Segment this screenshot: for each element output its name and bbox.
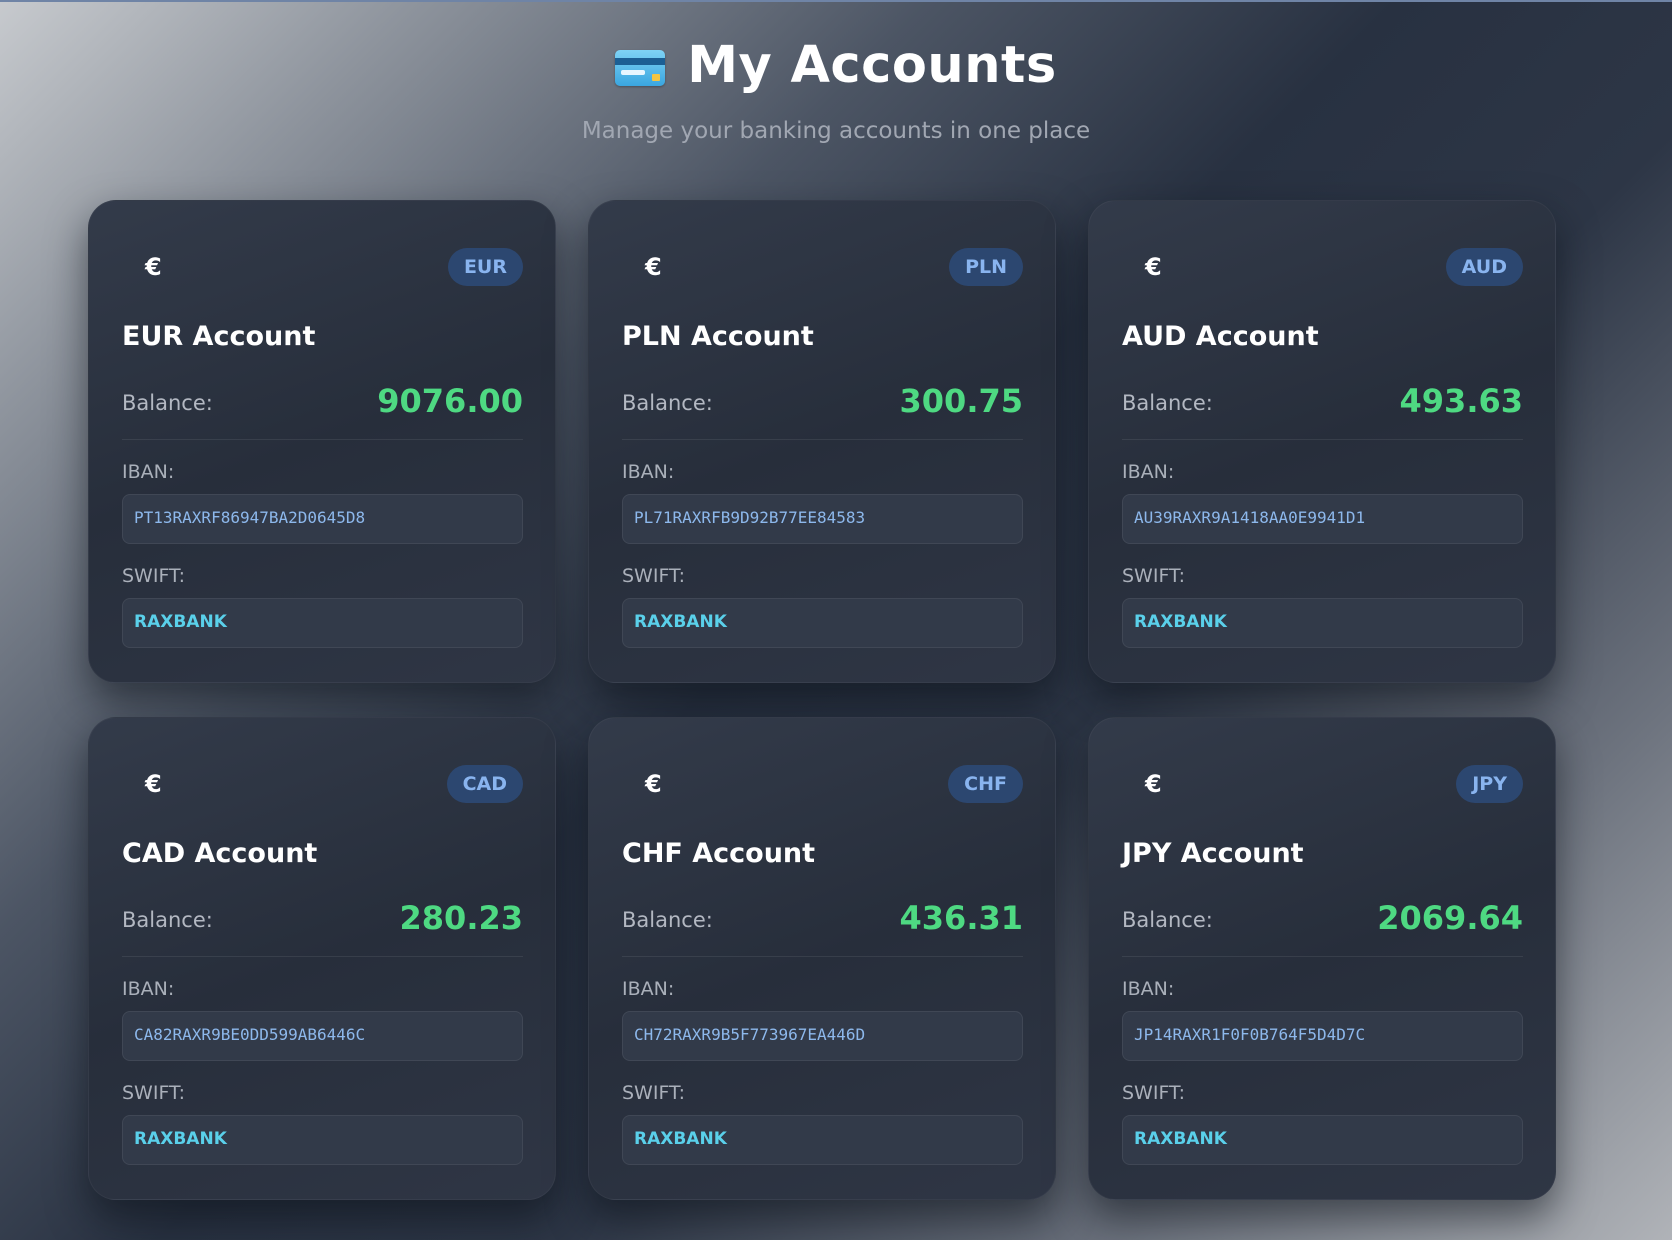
iban-label: IBAN: bbox=[1122, 978, 1175, 1000]
iban-value: PT13RAXRF86947BA2D0645D8 bbox=[134, 508, 366, 527]
currency-badge: EUR bbox=[447, 248, 523, 286]
iban-value: CH72RAXR9B5F773967EA446D bbox=[634, 1025, 866, 1044]
iban-field[interactable]: AU39RAXR9A1418AA0E9941D1 bbox=[1122, 494, 1523, 544]
currency-badge: AUD bbox=[1445, 248, 1523, 286]
balance-value: 280.23 bbox=[399, 899, 523, 937]
credit-card-icon bbox=[615, 50, 666, 86]
account-name: CHF Account bbox=[622, 838, 816, 869]
swift-field[interactable]: RAXBANK bbox=[1122, 1115, 1523, 1165]
iban-value: PL71RAXRFB9D92B77EE84583 bbox=[634, 508, 866, 527]
account-name: CAD Account bbox=[122, 838, 318, 869]
iban-field[interactable]: CH72RAXR9B5F773967EA446D bbox=[622, 1011, 1023, 1061]
account-card-cad[interactable]: € CAD CAD Account Balance: 280.23 IBAN: … bbox=[88, 717, 556, 1200]
swift-label: SWIFT: bbox=[622, 565, 685, 587]
divider bbox=[622, 956, 1023, 957]
currency-symbol: € bbox=[645, 770, 662, 798]
currency-badge: JPY bbox=[1456, 765, 1523, 803]
iban-value: AU39RAXR9A1418AA0E9941D1 bbox=[1134, 508, 1366, 527]
currency-badge: CAD bbox=[446, 765, 523, 803]
top-accent-line bbox=[0, 0, 1672, 2]
account-name: EUR Account bbox=[122, 321, 316, 352]
iban-value: CA82RAXR9BE0DD599AB6446C bbox=[134, 1025, 366, 1044]
swift-field[interactable]: RAXBANK bbox=[122, 598, 523, 648]
iban-label: IBAN: bbox=[622, 461, 675, 483]
currency-symbol: € bbox=[145, 253, 162, 281]
iban-label: IBAN: bbox=[1122, 461, 1175, 483]
swift-value: RAXBANK bbox=[1134, 1129, 1227, 1149]
divider bbox=[622, 439, 1023, 440]
account-card-pln[interactable]: € PLN PLN Account Balance: 300.75 IBAN: … bbox=[588, 200, 1056, 683]
balance-value: 9076.00 bbox=[377, 382, 523, 420]
swift-label: SWIFT: bbox=[1122, 565, 1185, 587]
balance-value: 436.31 bbox=[899, 899, 1023, 937]
account-card-jpy[interactable]: € JPY JPY Account Balance: 2069.64 IBAN:… bbox=[1088, 717, 1556, 1200]
divider bbox=[1122, 439, 1523, 440]
balance-label: Balance: bbox=[622, 391, 713, 415]
iban-label: IBAN: bbox=[122, 461, 175, 483]
swift-label: SWIFT: bbox=[622, 1082, 685, 1104]
currency-symbol: € bbox=[1145, 770, 1162, 798]
account-name: AUD Account bbox=[1122, 321, 1319, 352]
swift-label: SWIFT: bbox=[1122, 1082, 1185, 1104]
swift-field[interactable]: RAXBANK bbox=[622, 598, 1023, 648]
iban-field[interactable]: JP14RAXR1F0F0B764F5D4D7C bbox=[1122, 1011, 1523, 1061]
balance-label: Balance: bbox=[1122, 908, 1213, 932]
swift-value: RAXBANK bbox=[134, 612, 227, 632]
page-subtitle: Manage your banking accounts in one plac… bbox=[581, 118, 1091, 144]
iban-value: JP14RAXR1F0F0B764F5D4D7C bbox=[1134, 1025, 1366, 1044]
divider bbox=[122, 439, 523, 440]
balance-label: Balance: bbox=[622, 908, 713, 932]
account-name: PLN Account bbox=[622, 321, 814, 352]
iban-label: IBAN: bbox=[622, 978, 675, 1000]
divider bbox=[1122, 956, 1523, 957]
currency-badge: PLN bbox=[949, 248, 1023, 286]
balance-label: Balance: bbox=[122, 908, 213, 932]
page-header: My Accounts Manage your banking accounts… bbox=[0, 30, 1672, 145]
swift-label: SWIFT: bbox=[122, 565, 185, 587]
swift-value: RAXBANK bbox=[1134, 612, 1227, 632]
iban-field[interactable]: CA82RAXR9BE0DD599AB6446C bbox=[122, 1011, 523, 1061]
iban-field[interactable]: PL71RAXRFB9D92B77EE84583 bbox=[622, 494, 1023, 544]
swift-field[interactable]: RAXBANK bbox=[622, 1115, 1023, 1165]
title-row: My Accounts bbox=[0, 30, 1672, 100]
page-title: My Accounts bbox=[687, 35, 1057, 95]
swift-value: RAXBANK bbox=[634, 612, 727, 632]
iban-label: IBAN: bbox=[122, 978, 175, 1000]
currency-symbol: € bbox=[1145, 253, 1162, 281]
account-name: JPY Account bbox=[1122, 838, 1304, 869]
balance-label: Balance: bbox=[122, 391, 213, 415]
account-card-chf[interactable]: € CHF CHF Account Balance: 436.31 IBAN: … bbox=[588, 717, 1056, 1200]
balance-value: 493.63 bbox=[1399, 382, 1523, 420]
currency-badge: CHF bbox=[948, 765, 1023, 803]
swift-value: RAXBANK bbox=[634, 1129, 727, 1149]
accounts-grid: € EUR EUR Account Balance: 9076.00 IBAN:… bbox=[88, 200, 1556, 1200]
swift-field[interactable]: RAXBANK bbox=[1122, 598, 1523, 648]
account-card-eur[interactable]: € EUR EUR Account Balance: 9076.00 IBAN:… bbox=[88, 200, 556, 683]
divider bbox=[122, 956, 523, 957]
account-card-aud[interactable]: € AUD AUD Account Balance: 493.63 IBAN: … bbox=[1088, 200, 1556, 683]
balance-value: 2069.64 bbox=[1377, 899, 1523, 937]
currency-symbol: € bbox=[645, 253, 662, 281]
currency-symbol: € bbox=[145, 770, 162, 798]
swift-label: SWIFT: bbox=[122, 1082, 185, 1104]
balance-value: 300.75 bbox=[899, 382, 1023, 420]
swift-field[interactable]: RAXBANK bbox=[122, 1115, 523, 1165]
swift-value: RAXBANK bbox=[134, 1129, 227, 1149]
iban-field[interactable]: PT13RAXRF86947BA2D0645D8 bbox=[122, 494, 523, 544]
balance-label: Balance: bbox=[1122, 391, 1213, 415]
